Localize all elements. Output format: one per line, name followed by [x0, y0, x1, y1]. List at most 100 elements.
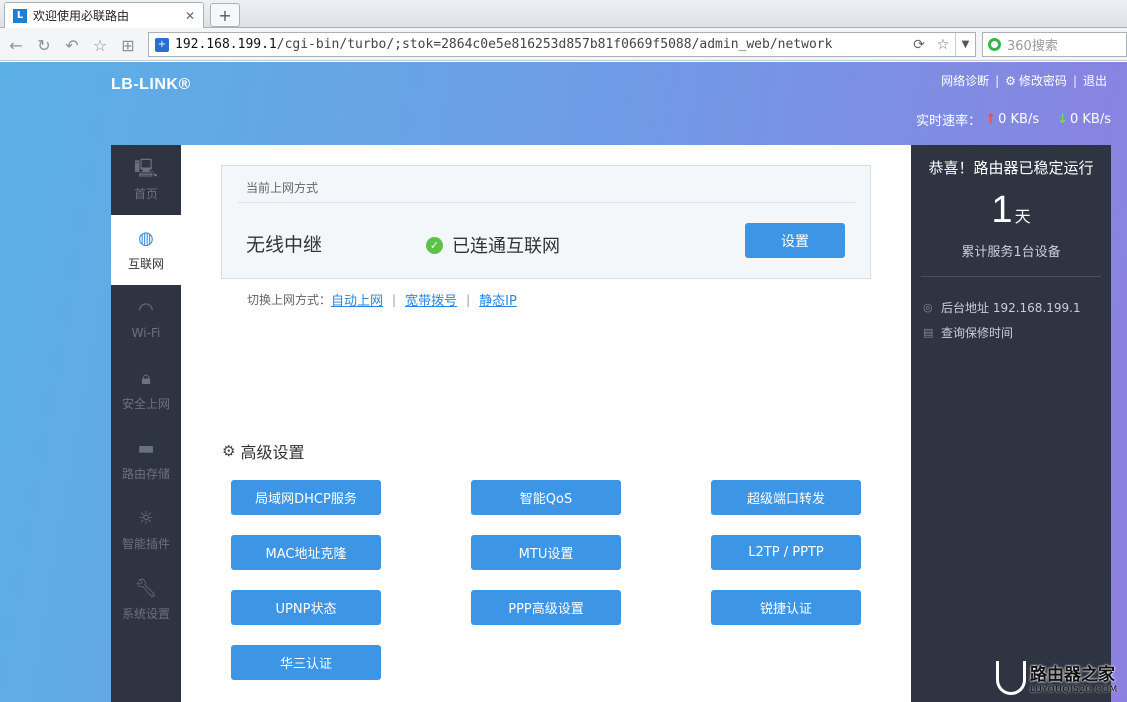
sidebar-item-label: Wi-Fi [131, 326, 161, 340]
qos-button[interactable]: 智能QoS [471, 480, 621, 515]
ruijie-auth-button[interactable]: 锐捷认证 [711, 590, 861, 625]
watermark-line2: LUYOUQI520.COM [1030, 685, 1118, 695]
address-bar[interactable]: + 192.168.199.1/cgi-bin/turbo/;stok=2864… [148, 32, 976, 57]
auto-connect-link[interactable]: 自动上网 [331, 290, 383, 309]
mac-clone-button[interactable]: MAC地址克隆 [231, 535, 381, 570]
sidebar-item-home[interactable]: 🖳 首页 [111, 145, 181, 215]
current-connection-box: 当前上网方式 无线中继 ✓ 已连通互联网 设置 [221, 165, 871, 279]
lock-icon: 🔒︎ [141, 367, 151, 389]
h3c-auth-button[interactable]: 华三认证 [231, 645, 381, 680]
speed-label: 实时速率： [916, 114, 982, 129]
pppoe-link[interactable]: 宽带拨号 [405, 290, 457, 309]
link-separator: | [392, 292, 397, 307]
site-watermark: 路由器之家 LUYOUQI520.COM [996, 655, 1127, 700]
address-url[interactable]: 192.168.199.1/cgi-bin/turbo/;stok=2864c0… [175, 37, 907, 52]
address-dropdown-icon[interactable]: ▼ [955, 33, 975, 56]
dhcp-button[interactable]: 局域网DHCP服务 [231, 480, 381, 515]
url-host: 192.168.199.1 [175, 37, 277, 52]
browser-tab-bar: L 欢迎使用必联路由 ✕ + [0, 0, 1127, 28]
location-icon: ◎ [923, 301, 933, 314]
url-path: /cgi-bin/turbo/;stok=2864c0e5e816253d857… [276, 37, 833, 52]
uptime-message: 恭喜！路由器已稳定运行 [928, 159, 1094, 177]
sidebar-item-plugins[interactable]: ☼ 智能插件 [111, 495, 181, 565]
settings-button[interactable]: 设置 [745, 223, 845, 258]
check-icon: ✓ [426, 236, 443, 254]
watermark-text: 路由器之家 LUYOUQI520.COM [1030, 660, 1118, 695]
search-placeholder: 360搜索 [1007, 39, 1058, 54]
divider [238, 202, 856, 203]
sidebar-item-label: 路由存储 [121, 466, 170, 481]
connection-mode: 无线中继 [246, 234, 323, 256]
search-box[interactable]: 360搜索 [982, 32, 1127, 57]
ppp-advanced-button[interactable]: PPP高级设置 [471, 590, 621, 625]
sidebar-item-label: 安全上网 [121, 396, 170, 411]
refresh-icon[interactable]: ↻ [34, 35, 54, 55]
gear-icon: ⚙ [222, 442, 236, 460]
tab-close-icon[interactable]: ✕ [185, 9, 195, 23]
search-engine-icon [988, 38, 1001, 51]
security-shield-icon: + [155, 37, 169, 52]
link-separator: | [466, 292, 471, 307]
wifi-icon: ◠ [138, 299, 154, 320]
admin-address: ◎ 后台地址 192.168.199.1 [923, 299, 1081, 316]
mtu-button[interactable]: MTU设置 [471, 535, 621, 570]
globe-icon: ◍ [138, 227, 154, 249]
sidebar-item-label: 智能插件 [121, 536, 170, 551]
warranty-query[interactable]: ▤ 查询保修时间 [923, 324, 1013, 341]
served-devices: 累计服务1台设备 [961, 245, 1061, 260]
port-forward-button[interactable]: 超级端口转发 [711, 480, 861, 515]
warranty-query-text[interactable]: 查询保修时间 [941, 324, 1013, 341]
link-separator: | [1072, 73, 1077, 88]
connection-section-title: 当前上网方式 [246, 181, 319, 195]
calendar-icon: ▤ [923, 326, 934, 339]
sidebar-item-internet[interactable]: ◍ 互联网 [111, 215, 181, 285]
main-content: 当前上网方式 无线中继 ✓ 已连通互联网 设置 切换上网方式： 自动上网 | 宽… [181, 145, 911, 702]
top-links: 网络诊断 | ⚙ 修改密码 | 退出 [941, 72, 1107, 89]
upload-arrow-icon: ↑ [985, 112, 997, 127]
browser-tab[interactable]: L 欢迎使用必联路由 ✕ [4, 2, 204, 28]
advanced-settings-heading: ⚙ 高级设置 [222, 439, 304, 463]
l2tp-pptp-button[interactable]: L2TP / PPTP [711, 535, 861, 570]
brand-logo: LB-LINK® [111, 76, 191, 93]
apps-grid-icon[interactable]: ⊞ [118, 35, 138, 55]
monitor-icon: 🖳 [133, 157, 158, 179]
sidebar-item-label: 系统设置 [121, 606, 170, 621]
undo-close-icon[interactable]: ↶ [62, 35, 82, 55]
download-arrow-icon: ↓ [1057, 112, 1068, 127]
link-separator: | [995, 73, 1000, 88]
switch-label: 切换上网方式： [247, 293, 332, 307]
folder-icon: ▬ [137, 437, 155, 459]
settings-gear-icon: ⚙ [1005, 73, 1016, 88]
change-password-link[interactable]: 修改密码 [1019, 72, 1067, 89]
logout-link[interactable]: 退出 [1083, 72, 1107, 89]
divider [921, 276, 1101, 277]
upnp-button[interactable]: UPNP状态 [231, 590, 381, 625]
sidebar-item-wifi[interactable]: ◠ Wi-Fi [111, 285, 181, 355]
router-page: LB-LINK® 网络诊断 | ⚙ 修改密码 | 退出 实时速率： ↑ 0 KB… [0, 62, 1127, 702]
watermark-line1: 路由器之家 [1030, 665, 1115, 685]
uptime-days: 1天 [911, 189, 1111, 232]
advanced-settings-title: 高级设置 [240, 443, 305, 462]
uptime-days-unit: 天 [1014, 207, 1031, 226]
bookmark-star-icon[interactable]: ☆ [931, 37, 955, 53]
realtime-speed: 实时速率： ↑ 0 KB/s ↓ 0 KB/s [916, 110, 1111, 129]
browser-toolbar: ← ↻ ↶ ☆ ⊞ + 192.168.199.1/cgi-bin/turbo/… [0, 28, 1127, 61]
back-icon[interactable]: ← [6, 35, 26, 55]
favorite-star-icon[interactable]: ☆ [90, 35, 110, 55]
network-diagnosis-link[interactable]: 网络诊断 [941, 72, 989, 89]
sidebar-item-system[interactable]: 🔧︎ 系统设置 [111, 565, 181, 635]
sidebar-nav: 🖳 首页 ◍ 互联网 ◠ Wi-Fi 🔒︎ 安全上网 ▬ 路由存储 ☼ 智能插件… [111, 145, 181, 702]
sidebar-item-storage[interactable]: ▬ 路由存储 [111, 425, 181, 495]
wrench-icon: 🔧︎ [134, 577, 158, 599]
sidebar-item-security[interactable]: 🔒︎ 安全上网 [111, 355, 181, 425]
bulb-icon: ☼ [137, 507, 155, 529]
connection-status: ✓ 已连通互联网 [426, 232, 560, 258]
upload-speed: 0 KB/s [998, 112, 1040, 127]
static-ip-link[interactable]: 静态IP [479, 290, 517, 309]
new-tab-button[interactable]: + [210, 3, 240, 27]
sidebar-item-label: 互联网 [127, 256, 164, 271]
status-panel: 恭喜！路由器已稳定运行 1天 累计服务1台设备 ◎ 后台地址 192.168.1… [911, 145, 1111, 702]
address-reload-icon[interactable]: ⟳ [907, 37, 931, 53]
admin-address-text: 后台地址 192.168.199.1 [941, 301, 1081, 315]
uptime-days-value: 1 [991, 189, 1013, 231]
